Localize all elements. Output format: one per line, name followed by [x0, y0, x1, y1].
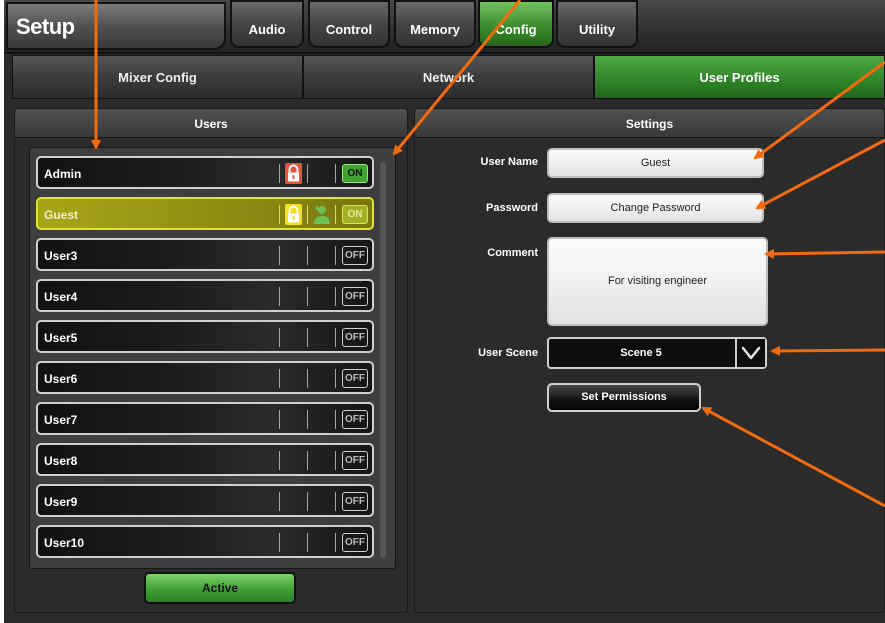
user-scene-label: User Scene: [478, 347, 538, 359]
user-name: User9: [44, 495, 78, 509]
user-row-user8[interactable]: User8 OFF: [36, 443, 374, 476]
tab-config-label: Config: [495, 22, 537, 37]
user-status-toggle[interactable]: OFF: [342, 369, 368, 388]
top-bar: Setup Audio Control Memory Config Utilit…: [4, 0, 885, 54]
user-name: Admin: [44, 167, 82, 181]
comment-label: Comment: [487, 247, 538, 259]
tab-audio[interactable]: Audio: [230, 0, 304, 48]
tab-memory[interactable]: Memory: [394, 0, 476, 48]
subtab-network[interactable]: Network: [303, 55, 594, 99]
chevron-down-icon[interactable]: [735, 339, 765, 367]
row-divider: [307, 164, 308, 183]
comment-field[interactable]: For visiting engineer: [547, 237, 768, 326]
row-divider: [307, 205, 308, 224]
tab-control-label: Control: [325, 22, 373, 37]
row-divider: [279, 164, 280, 183]
users-list-scrollbar[interactable]: [380, 162, 386, 558]
row-divider: [335, 287, 336, 306]
config-subtabs: Mixer Config Network User Profiles: [12, 55, 885, 99]
user-row-user6[interactable]: User6 OFF: [36, 361, 374, 394]
active-button[interactable]: Active: [144, 572, 296, 604]
tab-memory-label: Memory: [410, 22, 460, 37]
lock-icon: [284, 162, 303, 185]
user-row-guest[interactable]: Guest ON: [36, 197, 374, 230]
row-divider: [279, 205, 280, 224]
mixer-setup-screen: Setup Audio Control Memory Config Utilit…: [4, 0, 885, 623]
row-divider: [307, 410, 308, 429]
row-divider: [307, 369, 308, 388]
setup-title: Setup: [6, 2, 226, 50]
users-panel-title: Users: [15, 109, 407, 138]
user-row-admin[interactable]: Admin ON: [36, 156, 374, 189]
user-scene-value: Scene 5: [620, 347, 662, 359]
user-status-toggle[interactable]: OFF: [342, 451, 368, 470]
tab-audio-label: Audio: [248, 22, 286, 37]
row-divider: [335, 205, 336, 224]
user-row-user10[interactable]: User10 OFF: [36, 525, 374, 558]
row-divider: [335, 451, 336, 470]
row-divider: [335, 369, 336, 388]
row-divider: [335, 164, 336, 183]
row-divider: [307, 328, 308, 347]
user-name: User7: [44, 413, 78, 427]
user-status-toggle[interactable]: ON: [342, 205, 368, 224]
row-divider: [335, 492, 336, 511]
user-row-user4[interactable]: User4 OFF: [36, 279, 374, 312]
row-divider: [279, 533, 280, 552]
user-name: User4: [44, 290, 78, 304]
row-divider: [279, 451, 280, 470]
user-scene-select[interactable]: Scene 5: [547, 337, 767, 369]
user-name: User5: [44, 331, 78, 345]
user-row-user9[interactable]: User9 OFF: [36, 484, 374, 517]
row-divider: [307, 287, 308, 306]
row-divider: [335, 410, 336, 429]
row-divider: [307, 451, 308, 470]
row-divider: [279, 369, 280, 388]
tab-utility[interactable]: Utility: [556, 0, 638, 48]
set-permissions-button[interactable]: Set Permissions: [547, 383, 701, 412]
change-password-button[interactable]: Change Password: [547, 193, 764, 223]
user-status-toggle[interactable]: OFF: [342, 533, 368, 552]
user-name-label: User Name: [480, 156, 538, 168]
row-divider: [307, 533, 308, 552]
tab-control[interactable]: Control: [308, 0, 390, 48]
user-status-toggle[interactable]: ON: [342, 164, 368, 183]
row-divider: [307, 246, 308, 265]
settings-panel-title: Settings: [415, 109, 884, 138]
user-icon: [312, 204, 331, 225]
settings-panel: Settings User Name Guest Password Change…: [414, 108, 885, 613]
user-row-user7[interactable]: User7 OFF: [36, 402, 374, 435]
user-row-user3[interactable]: User3 OFF: [36, 238, 374, 271]
tab-utility-label: Utility: [578, 22, 616, 37]
row-divider: [279, 287, 280, 306]
user-name: User8: [44, 454, 78, 468]
row-divider: [279, 328, 280, 347]
row-divider: [335, 328, 336, 347]
user-status-toggle[interactable]: OFF: [342, 287, 368, 306]
row-divider: [335, 533, 336, 552]
user-name: Guest: [44, 208, 79, 222]
row-divider: [279, 410, 280, 429]
row-divider: [335, 246, 336, 265]
user-status-toggle[interactable]: OFF: [342, 410, 368, 429]
subtab-user-profiles[interactable]: User Profiles: [594, 55, 885, 99]
subtab-mixer-config[interactable]: Mixer Config: [12, 55, 303, 99]
lock-icon: [284, 203, 303, 226]
user-name: User6: [44, 372, 78, 386]
password-label: Password: [486, 202, 538, 214]
user-row-user5[interactable]: User5 OFF: [36, 320, 374, 353]
user-name-field[interactable]: Guest: [547, 148, 764, 178]
row-divider: [279, 492, 280, 511]
user-status-toggle[interactable]: OFF: [342, 246, 368, 265]
users-panel: Users Admin ON Guest ON User3 OFF User4 OFF User…: [14, 108, 408, 613]
row-divider: [307, 492, 308, 511]
user-name: User3: [44, 249, 78, 263]
row-divider: [279, 246, 280, 265]
user-status-toggle[interactable]: OFF: [342, 492, 368, 511]
user-name: User10: [44, 536, 85, 550]
users-list: Admin ON Guest ON User3 OFF User4 OFF User5 OFF Us…: [29, 147, 396, 569]
tab-config[interactable]: Config: [478, 0, 554, 48]
user-status-toggle[interactable]: OFF: [342, 328, 368, 347]
